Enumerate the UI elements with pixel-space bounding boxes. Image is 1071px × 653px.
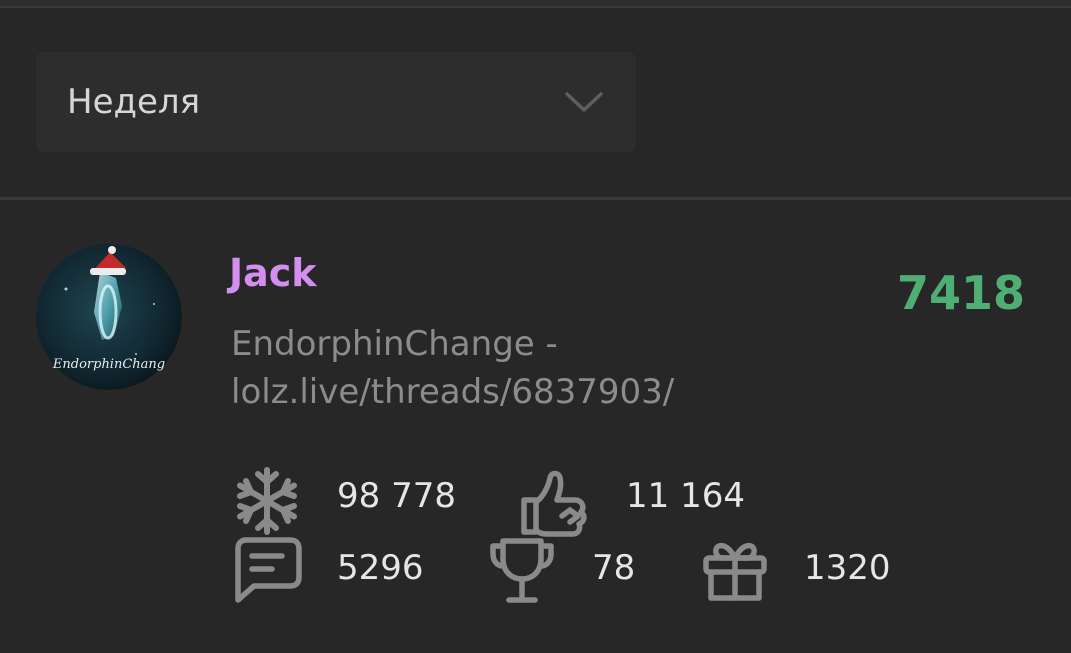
user-status-line-2: lolz.live/threads/6837903/ [231, 372, 675, 412]
trophy-icon [490, 538, 554, 603]
avatar-signature: EndorphinChang [52, 357, 165, 372]
leaderboard-panel: Неделя EndorphinChang Jack 7418 Endorphi… [0, 0, 1071, 653]
user-status-line-1: EndorphinChange - [231, 324, 558, 364]
top-divider [0, 0, 1071, 8]
snowflakes-count: 98 778 [337, 476, 456, 516]
chevron-down-icon [565, 92, 603, 112]
messages-count: 5296 [337, 548, 424, 588]
period-dropdown-value: Неделя [67, 82, 201, 122]
score-value: 7418 [896, 266, 1025, 320]
thumbs-up-icon [521, 470, 587, 537]
section-divider [0, 197, 1071, 200]
user-status: EndorphinChange - lolz.live/threads/6837… [231, 320, 791, 416]
gifts-count: 1320 [804, 548, 891, 588]
trophies-count: 78 [592, 548, 636, 588]
snowflake-icon [237, 467, 297, 535]
period-dropdown[interactable]: Неделя [36, 52, 636, 152]
avatar[interactable]: EndorphinChang [36, 244, 182, 390]
username-link[interactable]: Jack [229, 250, 317, 296]
likes-count: 11 164 [626, 476, 745, 516]
message-icon [235, 537, 302, 603]
gift-icon [703, 542, 767, 601]
